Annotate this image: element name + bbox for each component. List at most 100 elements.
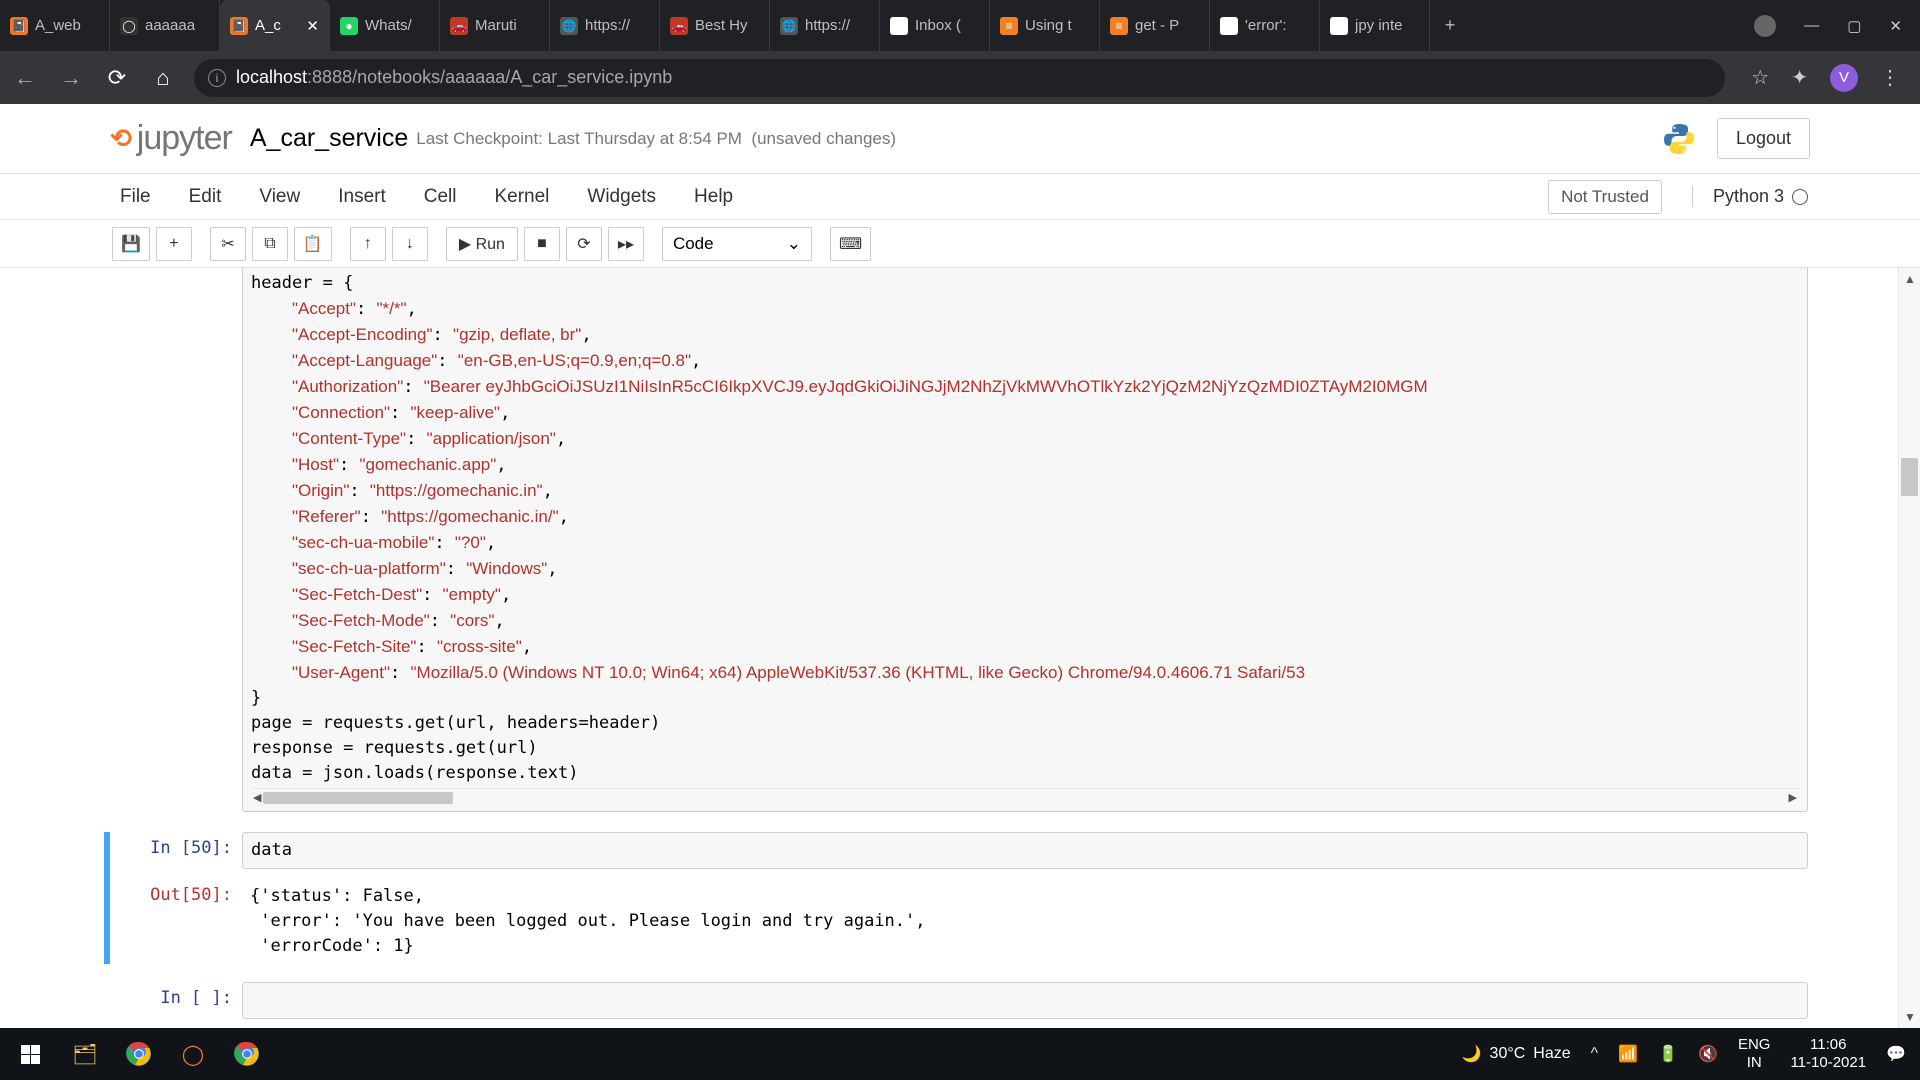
celltype-select[interactable]: Code ⌄ (662, 227, 812, 261)
output-content: {'status': False, 'error': 'You have bee… (250, 884, 1800, 959)
windows-logo-icon (21, 1045, 40, 1064)
input-area[interactable] (242, 982, 1808, 1019)
menu-file[interactable]: File (120, 186, 151, 207)
horizontal-scrollbar[interactable]: ◀ ▶ (251, 788, 1799, 806)
cut-button[interactable]: ✂ (210, 227, 246, 261)
kernel-indicator[interactable]: Python 3 (1692, 186, 1808, 207)
jupyter-logo-text: jupyter (137, 119, 232, 158)
trust-indicator[interactable]: Not Trusted (1548, 180, 1662, 214)
notebook-title[interactable]: A_car_service (250, 124, 408, 153)
code-cell-empty[interactable]: In [ ]: (112, 982, 1808, 1019)
logout-button[interactable]: Logout (1717, 118, 1810, 159)
home-button[interactable]: ⌂ (148, 65, 178, 91)
browser-tab[interactable]: ≡Using t (990, 0, 1100, 51)
weather-condition: Haze (1533, 1045, 1570, 1063)
menu-kernel[interactable]: Kernel (494, 186, 549, 207)
bookmark-icon[interactable]: ☆ (1751, 65, 1769, 90)
menu-cell[interactable]: Cell (424, 186, 457, 207)
browser-tab[interactable]: ≡get - P (1100, 0, 1210, 51)
user-avatar[interactable]: V (1830, 64, 1858, 92)
browser-tab[interactable]: G'error': (1210, 0, 1320, 51)
forward-button[interactable]: → (56, 65, 86, 91)
maximize-button[interactable]: ▢ (1847, 17, 1861, 35)
time-text: 11:06 (1810, 1036, 1846, 1054)
tab-favicon: ≡ (1000, 17, 1018, 35)
jupyter-logo[interactable]: ⟲ jupyter (110, 119, 232, 158)
menu-edit[interactable]: Edit (189, 186, 222, 207)
reload-button[interactable]: ⟳ (102, 65, 132, 91)
taskbar-explorer-icon[interactable]: 🗂 (68, 1037, 102, 1071)
browser-tab[interactable]: Gjpy inte (1320, 0, 1430, 51)
scroll-thumb[interactable] (1901, 458, 1918, 496)
browser-tab[interactable]: 📓A_web (0, 0, 110, 51)
copy-button[interactable]: ⧉ (252, 227, 288, 261)
move-down-button[interactable]: ↓ (392, 227, 428, 261)
notebook-area[interactable]: ▲ ▼ header = { "Accept": "*/*", "Accept-… (0, 268, 1920, 1028)
scroll-right-icon[interactable]: ▶ (1789, 791, 1797, 804)
browser-tab[interactable]: MInbox ( (880, 0, 990, 51)
extensions-icon[interactable]: ✦ (1791, 65, 1808, 90)
tab-title: Inbox ( (915, 17, 979, 34)
browser-tab[interactable]: 🌐https:// (770, 0, 880, 51)
start-button[interactable] (0, 1045, 60, 1064)
restart-run-all-button[interactable]: ▸▸ (608, 227, 644, 261)
taskbar-chrome2-icon[interactable] (230, 1037, 264, 1071)
taskbar-jupyter-icon[interactable]: ◯ (176, 1037, 210, 1071)
vertical-scrollbar[interactable]: ▲ ▼ (1898, 268, 1920, 1028)
input-area[interactable]: data (242, 832, 1808, 869)
hscroll-thumb[interactable] (263, 792, 453, 804)
command-palette-button[interactable]: ⌨ (830, 227, 871, 261)
browser-tab[interactable]: 🚗Maruti (440, 0, 550, 51)
browser-menu-icon[interactable]: ⋮ (1880, 65, 1900, 90)
site-info-icon[interactable]: i (208, 69, 226, 87)
menu-view[interactable]: View (259, 186, 300, 207)
code-content[interactable]: header = { "Accept": "*/*", "Accept-Enco… (251, 271, 1799, 786)
notifications-icon[interactable]: 💬 (1886, 1044, 1906, 1064)
restart-button[interactable]: ⟳ (566, 227, 602, 261)
scroll-down-icon[interactable]: ▼ (1904, 1010, 1916, 1024)
browser-tab[interactable]: 🚗Best Hy (660, 0, 770, 51)
tab-title: https:// (585, 17, 649, 34)
code-cell[interactable]: header = { "Accept": "*/*", "Accept-Enco… (112, 268, 1808, 812)
run-button[interactable]: ▶ Run (446, 227, 518, 261)
code-content[interactable] (251, 988, 1799, 1013)
tab-favicon: 🌐 (560, 17, 578, 35)
jupyter-menubar: FileEditViewInsertCellKernelWidgetsHelp … (0, 174, 1920, 220)
tab-close-icon[interactable]: ✕ (306, 17, 319, 35)
volume-icon[interactable]: 🔇 (1698, 1044, 1718, 1064)
menu-help[interactable]: Help (694, 186, 733, 207)
paste-button[interactable]: 📋 (294, 227, 332, 261)
address-bar[interactable]: i localhost:8888/notebooks/aaaaaa/A_car_… (194, 59, 1725, 97)
clock[interactable]: 11:06 11-10-2021 (1790, 1036, 1866, 1072)
scroll-left-icon[interactable]: ◀ (253, 791, 261, 804)
minimize-button[interactable]: — (1804, 17, 1819, 34)
save-button[interactable]: 💾 (112, 227, 150, 261)
move-up-button[interactable]: ↑ (350, 227, 386, 261)
wifi-icon[interactable]: 📶 (1618, 1044, 1638, 1064)
weather-widget[interactable]: 🌙 30°C Haze (1462, 1044, 1571, 1064)
browser-tab[interactable]: 📓A_c✕ (220, 0, 330, 51)
interrupt-button[interactable]: ■ (524, 227, 560, 261)
profile-icon[interactable] (1754, 15, 1776, 37)
taskbar-chrome-icon[interactable] (122, 1037, 156, 1071)
menu-widgets[interactable]: Widgets (587, 186, 656, 207)
scroll-up-icon[interactable]: ▲ (1904, 272, 1916, 286)
close-window-button[interactable]: ✕ (1889, 17, 1902, 35)
tab-favicon: 🚗 (450, 17, 468, 35)
menu-insert[interactable]: Insert (338, 186, 386, 207)
back-button[interactable]: ← (10, 65, 40, 91)
tab-favicon: 📓 (10, 17, 28, 35)
code-cell-selected[interactable]: In [50]: data Out[50]: {'status': False,… (104, 832, 1808, 964)
tray-chevron-icon[interactable]: ^ (1591, 1045, 1599, 1063)
browser-tab[interactable]: ◯aaaaaa (110, 0, 220, 51)
browser-tab[interactable]: ●Whats/ (330, 0, 440, 51)
add-cell-button[interactable]: + (156, 227, 192, 261)
browser-tab[interactable]: 🌐 https:// (550, 0, 660, 51)
tab-favicon: ◯ (120, 17, 138, 35)
battery-icon[interactable]: 🔋 (1658, 1044, 1678, 1064)
new-tab-button[interactable]: + (1430, 0, 1470, 51)
input-area[interactable]: header = { "Accept": "*/*", "Accept-Enco… (242, 268, 1808, 812)
code-content[interactable]: data (251, 838, 1799, 863)
tab-title: Best Hy (695, 17, 759, 34)
language-indicator[interactable]: ENG IN (1738, 1036, 1771, 1072)
